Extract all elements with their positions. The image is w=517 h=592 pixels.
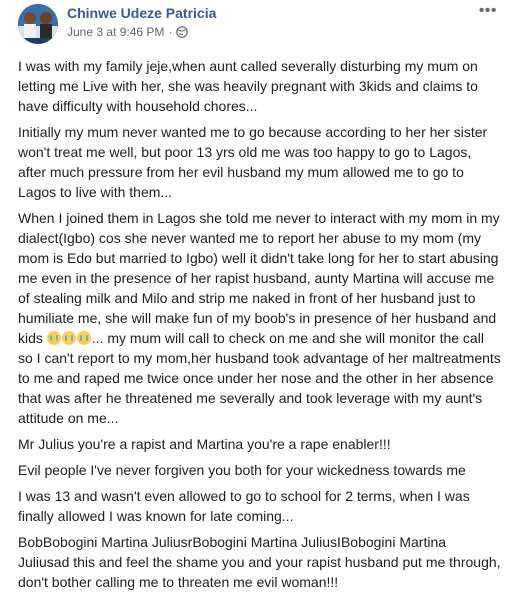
crying-face-emoji-icon (61, 331, 76, 345)
post-paragraph-text: When I joined them in Lagos she told me … (18, 210, 500, 346)
facebook-post: Chinwe Udeze Patricia June 3 at 9:46 PM … (0, 0, 517, 590)
meta-separator: · (168, 25, 173, 39)
avatar-image (18, 4, 58, 44)
post-meta: June 3 at 9:46 PM · (67, 24, 189, 40)
crying-face-emoji-icon (76, 331, 91, 345)
post-paragraph: Evil people I've never forgiven you both… (18, 462, 466, 478)
post-paragraph: I was with my family jeje,when aunt call… (18, 58, 478, 114)
crying-face-emoji-icon (46, 331, 61, 345)
post-timestamp[interactable]: June 3 at 9:46 PM (67, 24, 164, 40)
author-avatar[interactable] (18, 4, 58, 44)
post-paragraph: I was 13 and wasn't even allowed to go t… (18, 488, 470, 524)
post-paragraph: Initially my mum never wanted me to go b… (18, 124, 488, 200)
more-options-icon[interactable]: ••• (479, 2, 497, 20)
post-paragraph-long: When I joined them in Lagos she told me … (18, 208, 501, 428)
post-header: Chinwe Udeze Patricia June 3 at 9:46 PM … (10, 0, 507, 50)
post-paragraph: Mr Julius you're a rapist and Martina yo… (18, 436, 391, 452)
author-name[interactable]: Chinwe Udeze Patricia (67, 4, 216, 22)
post-paragraph: BobBobogini Martina JuliusrBobogini Mart… (18, 534, 501, 590)
post-body: I was with my family jeje,when aunt call… (10, 56, 507, 592)
globe-icon[interactable] (176, 26, 189, 38)
post-paragraph-text: ... my mum will call to check on me and … (18, 330, 501, 426)
